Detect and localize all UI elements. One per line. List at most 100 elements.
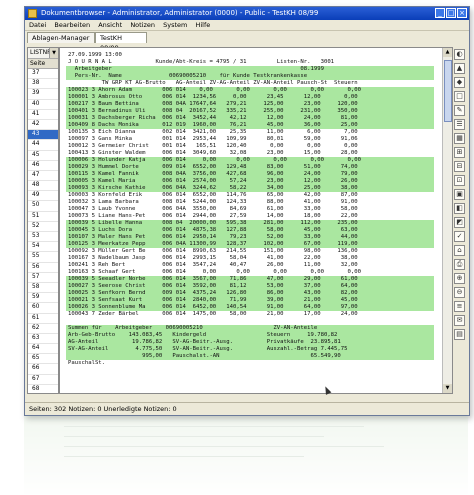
journal-line: 100047 3 Laub Yvonne 006 04A 3550,00 84,… bbox=[68, 206, 358, 212]
right-toolbar: ◐ ▲ ◆ □ ✎ ☰ ▦ ⊞ ⊟ ⊡ ▣ ◧ ◩ ✓ ⌂ ⎙ ⊕ ⊖ ≡ ✉ ▤ bbox=[453, 47, 467, 392]
toolbar-tool-icon[interactable]: ☰ bbox=[454, 119, 465, 130]
journal-line: 100045 3 Luchs Dora 006 014 4875,38 127,… bbox=[68, 227, 358, 233]
page-index-item[interactable]: 61 bbox=[28, 314, 58, 324]
page-index-item[interactable]: 64 bbox=[28, 344, 58, 355]
toolbar-tool-icon[interactable]: ⌂ bbox=[454, 245, 465, 256]
title-bar[interactable]: Dokumentbrowser - Administrator, Adminis… bbox=[25, 7, 469, 20]
menu-bearbeiten[interactable]: Bearbeiten bbox=[54, 21, 90, 29]
app-icon bbox=[28, 9, 37, 18]
toolbar-tool-icon[interactable]: ▦ bbox=[454, 133, 465, 144]
journal-line: AG-Anteil 19.786,82 SV-AG-Beitr.-Ausg. P… bbox=[68, 339, 341, 345]
page-index-item[interactable]: 42 bbox=[28, 120, 58, 131]
journal-line: Pers-Nr. Name 00690005210 für Kunde Test… bbox=[68, 73, 308, 79]
journal-line: 100217 3 Baum Bettina 008 04A 17647,64 2… bbox=[68, 101, 358, 107]
page-index-item[interactable]: 52 bbox=[28, 222, 58, 232]
document-view[interactable]: 27.09.1999 13:00 J O U R N A L Kunde/Abt-… bbox=[59, 47, 453, 394]
journal-line: 100241 3 Reh Bert 006 014 3547,24 40,47 … bbox=[68, 262, 358, 268]
minimize-button[interactable]: _ bbox=[435, 8, 445, 18]
journal-line: 100032 3 Lama Barbara 008 014 5244,00 12… bbox=[68, 199, 358, 205]
app-window: Dokumentbrowser - Administrator, Adminis… bbox=[24, 6, 470, 416]
page-index-item[interactable]: 66 bbox=[28, 364, 58, 375]
page-index-item[interactable]: 46 bbox=[28, 161, 58, 171]
page-index-item[interactable]: 45 bbox=[28, 151, 58, 161]
page-index-item[interactable]: 62 bbox=[28, 324, 58, 334]
page-index-item[interactable]: 59 bbox=[28, 293, 58, 304]
scroll-up-icon[interactable]: ▲ bbox=[443, 48, 452, 57]
page-index-item[interactable]: 43 bbox=[28, 130, 58, 141]
toolbar-tool-icon[interactable]: ▣ bbox=[454, 189, 465, 200]
index-selector[interactable]: LISTNR ▼ bbox=[28, 48, 58, 59]
maximize-button[interactable]: □ bbox=[446, 8, 456, 18]
journal-line: 100401 3 Bernadinus Uli 008 04 20167,52 … bbox=[68, 108, 358, 114]
journal-line: 100026 3 Sonnenblume Ma 006 014 6452,00 … bbox=[68, 304, 358, 310]
document-scrollbar[interactable]: ▲ ▼ bbox=[442, 48, 452, 393]
toolbar-tool-icon[interactable]: □ bbox=[454, 91, 465, 102]
page-index-item[interactable]: 67 bbox=[28, 375, 58, 385]
journal-line: 100043 7 Zeder Bärbel 006 014 1475,00 58… bbox=[68, 311, 358, 317]
page-index-item[interactable]: 55 bbox=[28, 252, 58, 263]
menu-system[interactable]: System bbox=[163, 21, 187, 29]
journal-line: TW GRP KT AG-Brutto AG-Anteil ZV-AG-Ante… bbox=[68, 80, 358, 86]
menu-ansicht[interactable]: Ansicht bbox=[98, 21, 122, 29]
page-index-item[interactable]: 65 bbox=[28, 354, 58, 365]
toolbar-tool-icon[interactable]: ⊞ bbox=[454, 147, 465, 158]
page-index-item[interactable]: 40 bbox=[28, 100, 58, 110]
close-button[interactable]: × bbox=[457, 8, 467, 18]
page-index-item[interactable]: 50 bbox=[28, 201, 58, 212]
journal-line: 100039 5 Libelle Hanna 008 04 20000,00 5… bbox=[68, 220, 358, 226]
toolbar-tool-icon[interactable]: ◐ bbox=[454, 49, 465, 60]
page-index-panel: LISTNR ▼ Seite 37 38 39 40 41 42 43 44 45 46 47 48 4… bbox=[27, 47, 59, 394]
scrollbar-thumb[interactable] bbox=[444, 60, 452, 122]
page-index-item[interactable]: 44 bbox=[28, 140, 58, 151]
page-index-item[interactable]: 58 bbox=[28, 283, 58, 294]
page-index-item[interactable]: 68 bbox=[28, 385, 58, 393]
page-index-item[interactable]: 60 bbox=[28, 303, 58, 314]
page-index-item[interactable]: 53 bbox=[28, 232, 58, 243]
page-index-item[interactable]: 38 bbox=[28, 79, 58, 90]
status-open-notes: Unerledigte Notizen: 0 bbox=[103, 405, 177, 413]
journal-line: 100167 3 Nadelbaum Jasp 006 014 2993,15 … bbox=[68, 255, 358, 261]
toolbar-tool-icon[interactable]: ⊟ bbox=[454, 161, 465, 172]
toolbar-tool-icon[interactable]: ✉ bbox=[454, 315, 465, 326]
journal-line: 100031 3 Dachsberger Richa 006 014 3452,… bbox=[68, 115, 358, 121]
toolbar-tool-icon[interactable]: ▲ bbox=[454, 63, 465, 74]
scroll-down-icon[interactable]: ▼ bbox=[443, 384, 452, 393]
journal-line: Arbeitgeber 08.1999 bbox=[68, 66, 324, 72]
journal-line: 100039 5 Seeadler Norbe 006 014 3567,00 … bbox=[68, 276, 358, 282]
toolbar-tool-icon[interactable]: ◧ bbox=[454, 203, 465, 214]
page-index-item[interactable]: 37 bbox=[28, 69, 58, 80]
toolbar-tool-icon[interactable]: ⎙ bbox=[454, 259, 465, 270]
page-index-item[interactable]: 54 bbox=[28, 242, 58, 253]
menu-bar: Datei Bearbeiten Ansicht Notizen System … bbox=[25, 20, 469, 31]
toolbar-tool-icon[interactable]: ⊖ bbox=[454, 287, 465, 298]
page-index-item[interactable]: 49 bbox=[28, 191, 58, 202]
page-index-item[interactable]: 63 bbox=[28, 334, 58, 345]
page-index-item[interactable]: 51 bbox=[28, 212, 58, 222]
journal-line: 100409 8 Dachs Monika 012 019 1960,00 76… bbox=[68, 122, 358, 128]
page-index-item[interactable]: 47 bbox=[28, 171, 58, 182]
tab-testkh[interactable]: TestKH 08/99 bbox=[95, 32, 147, 52]
page-index-item[interactable]: 48 bbox=[28, 181, 58, 192]
window-reflection bbox=[24, 416, 468, 495]
toolbar-tool-icon[interactable]: ▤ bbox=[454, 329, 465, 340]
journal-line: 100021 3 Senfsaat Kurt 006 014 2840,00 7… bbox=[68, 297, 358, 303]
toolbar-tool-icon[interactable]: ⊡ bbox=[454, 175, 465, 186]
journal-line: 100003 3 Kornfeld Erik 006 014 6552,00 1… bbox=[68, 192, 358, 198]
journal-line: 100005 3 Kamel Maria 006 014 2574,00 57,… bbox=[68, 178, 358, 184]
page-index-item[interactable]: 57 bbox=[28, 273, 58, 283]
toolbar-tool-icon[interactable]: ≡ bbox=[454, 301, 465, 312]
menu-notizen[interactable]: Notizen bbox=[130, 21, 155, 29]
toolbar-tool-icon[interactable]: ◆ bbox=[454, 77, 465, 88]
page-index-item[interactable]: 41 bbox=[28, 110, 58, 120]
toolbar-tool-icon[interactable]: ⊕ bbox=[454, 273, 465, 284]
tab-ablagen-manager[interactable]: Ablagen-Manager bbox=[27, 32, 95, 43]
toolbar-tool-icon[interactable]: ◩ bbox=[454, 217, 465, 228]
menu-hilfe[interactable]: Hilfe bbox=[195, 21, 210, 29]
chevron-down-icon[interactable]: ▼ bbox=[49, 48, 58, 58]
page-index-item[interactable]: 39 bbox=[28, 89, 58, 100]
journal-line: 100125 3 Meerkatze Pepp 006 04A 11300,99… bbox=[68, 241, 358, 247]
page-index-item[interactable]: 56 bbox=[28, 263, 58, 273]
toolbar-tool-icon[interactable]: ✓ bbox=[454, 231, 465, 242]
menu-datei[interactable]: Datei bbox=[29, 21, 46, 29]
toolbar-tool-icon[interactable]: ✎ bbox=[454, 105, 465, 116]
